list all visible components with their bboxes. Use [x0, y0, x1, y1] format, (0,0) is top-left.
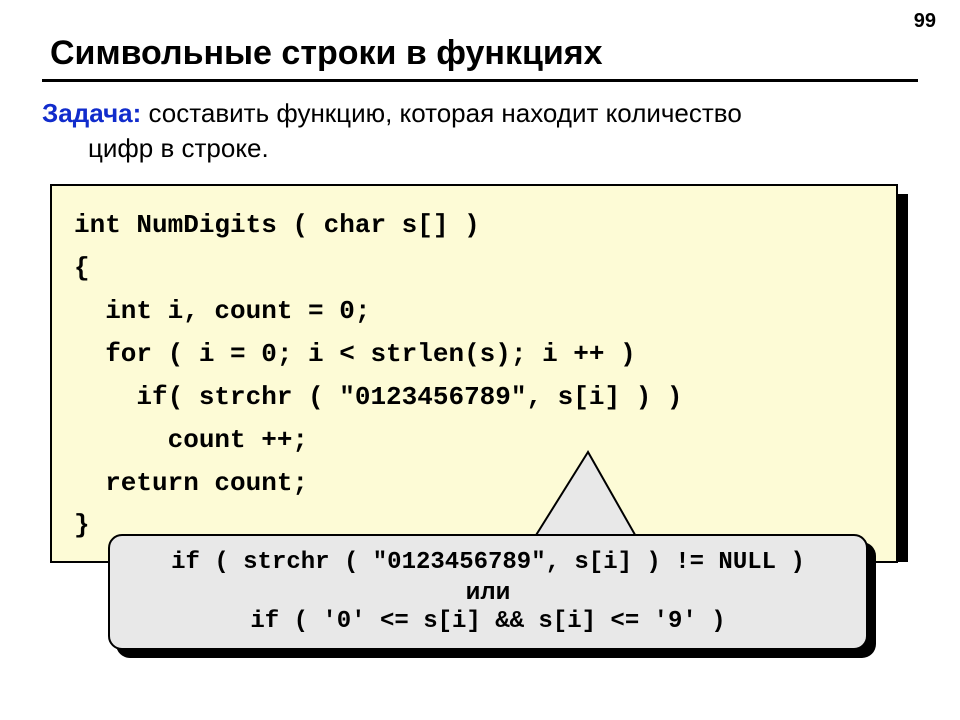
title-rule — [42, 79, 918, 82]
slide-title: Символьные строки в функциях — [42, 34, 918, 73]
callout-line1: if ( strchr ( "0123456789", s[i] ) != NU… — [110, 549, 866, 576]
page-number: 99 — [914, 10, 936, 33]
callout-line2: if ( '0' <= s[i] && s[i] <= '9' ) — [110, 608, 866, 635]
code-box: int NumDigits ( char s[] ) { int i, coun… — [50, 184, 898, 563]
callout-or: или — [110, 578, 866, 606]
slide-content: Символьные строки в функциях Задача: сос… — [0, 0, 960, 563]
callout: if ( strchr ( "0123456789", s[i] ) != NU… — [108, 534, 876, 650]
task-line1: составить функцию, которая находит колич… — [141, 98, 742, 128]
task-line2: цифр в строке. — [42, 131, 918, 166]
task-text: Задача: составить функцию, которая наход… — [42, 96, 918, 166]
code-block: int NumDigits ( char s[] ) { int i, coun… — [50, 184, 918, 563]
callout-box: if ( strchr ( "0123456789", s[i] ) != NU… — [108, 534, 868, 650]
task-label: Задача: — [42, 98, 141, 128]
